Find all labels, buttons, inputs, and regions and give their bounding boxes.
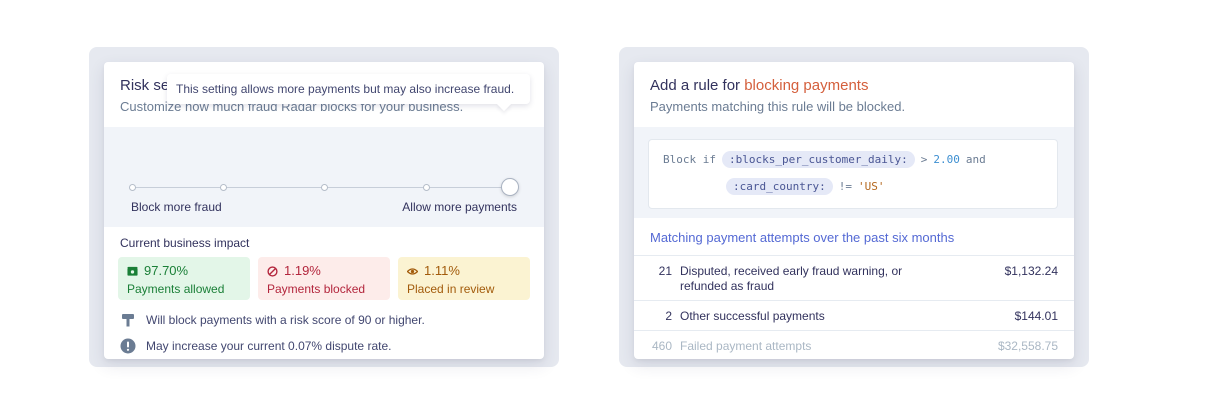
warning-icon [120, 338, 136, 354]
cash-icon [127, 266, 138, 276]
add-rule-title: Add a rule for blocking payments [650, 76, 1058, 96]
rule-line-2: :card_country: != 'US' [726, 177, 884, 195]
rule-attribute-token[interactable]: :blocks_per_customer_daily: [721, 150, 915, 168]
stat-payments-allowed: 97.70% Payments allowed [118, 257, 250, 300]
note-dispute-rate: May increase your current 0.07% dispute … [120, 338, 391, 354]
stat-label: Payments blocked [267, 282, 366, 296]
add-rule-subtitle: Payments matching this rule will be bloc… [650, 99, 906, 114]
add-rule-frame: Add a rule for blocking payments Payment… [619, 47, 1089, 367]
title-prefix: Add a rule for [650, 77, 745, 94]
row-description: Failed payment attempts [680, 339, 812, 353]
slider-step[interactable] [220, 184, 227, 191]
table-row: 460 Failed payment attempts $32,558.75 [634, 330, 1074, 359]
impact-title: Current business impact [120, 236, 250, 250]
slider-label-allow-more: Allow more payments [402, 200, 517, 214]
slider-step[interactable] [321, 184, 328, 191]
stat-value: 97.70% [144, 263, 189, 278]
rule-conjunction: and [965, 152, 986, 166]
row-amount: $144.01 [1014, 309, 1058, 323]
table-row: 2 Other successful payments $144.01 [634, 300, 1074, 330]
add-rule-header: Add a rule for blocking payments Payment… [634, 62, 1074, 127]
rule-line-1: Block if :blocks_per_customer_daily: > 2… [663, 150, 986, 168]
stat-payments-blocked: 1.19% Payments blocked [258, 257, 390, 300]
risk-slider[interactable] [129, 178, 519, 196]
note-risk-score: Will block payments with a risk score of… [120, 312, 425, 328]
risk-settings-card: Risk settings Customize how much fraud R… [104, 62, 544, 359]
stat-label: Payments allowed [127, 282, 225, 296]
stat-placed-in-review: 1.11% Placed in review [398, 257, 530, 300]
rule-editor[interactable]: Block if :blocks_per_customer_daily: > 2… [648, 139, 1058, 209]
stat-label: Placed in review [407, 282, 495, 296]
row-description: Disputed, received early fraud warning, … [680, 264, 903, 293]
matching-attempts-title: Matching payment attempts over the past … [650, 230, 955, 245]
note-text: Will block payments with a risk score of… [146, 313, 425, 327]
rule-value: 'US' [857, 179, 885, 193]
row-count: 460 [651, 339, 672, 353]
slider-step[interactable] [129, 184, 136, 191]
rule-section: Block if :blocks_per_customer_daily: > 2… [634, 127, 1074, 218]
note-text: May increase your current 0.07% dispute … [146, 339, 392, 353]
eye-icon [407, 267, 418, 275]
rule-attribute-token[interactable]: :card_country: [726, 177, 833, 195]
row-count: 2 [665, 309, 672, 323]
rule-keyword: Block if [663, 152, 716, 166]
row-description: Other successful payments [680, 309, 825, 323]
rule-value: 2.00 [933, 152, 960, 166]
slider-step[interactable] [423, 184, 430, 191]
blocked-icon [267, 265, 278, 277]
table-row: 21 Disputed, received early fraud warnin… [634, 255, 1074, 300]
gavel-icon [120, 312, 136, 328]
risk-settings-frame: Risk settings Customize how much fraud R… [89, 47, 559, 367]
rule-operator: != [838, 179, 852, 193]
slider-tooltip: This setting allows more payments but ma… [167, 74, 530, 104]
row-amount: $32,558.75 [997, 339, 1058, 353]
slider-label-block-more: Block more fraud [131, 200, 222, 214]
stat-value: 1.11% [424, 263, 460, 278]
title-accent: blocking payments [744, 77, 869, 94]
row-count: 21 [658, 264, 672, 278]
rule-operator: > [920, 152, 928, 166]
row-amount: $1,132.24 [1004, 264, 1058, 278]
slider-handle[interactable] [501, 178, 519, 196]
add-rule-card: Add a rule for blocking payments Payment… [634, 62, 1074, 359]
stat-value: 1.19% [284, 263, 321, 278]
